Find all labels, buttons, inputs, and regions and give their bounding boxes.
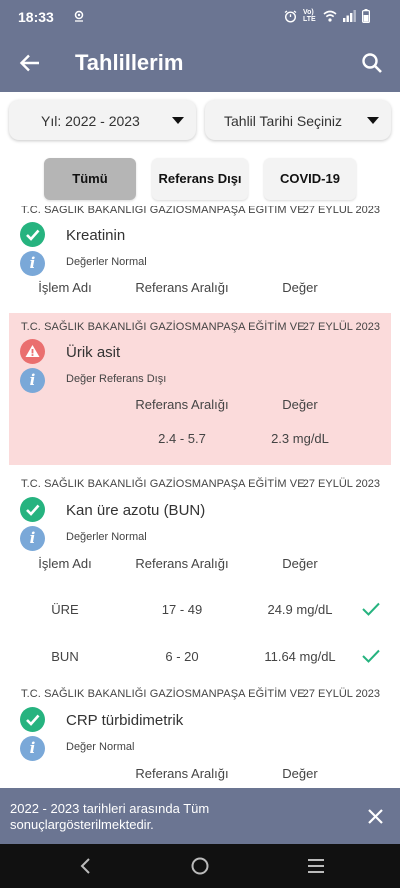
process-name: ÜRE	[51, 602, 79, 617]
check-circle-icon	[20, 707, 45, 732]
nav-recents-icon[interactable]	[306, 856, 326, 876]
result-card[interactable]: T.C. SAĞLIK BAKANLIĞI GAZİOSMANPAŞA EĞİT…	[9, 678, 391, 788]
caret-down-icon	[367, 117, 379, 124]
test-name: Ürik asit	[66, 344, 121, 361]
close-icon[interactable]	[367, 808, 384, 825]
result-value: 11.64 mg/dL	[264, 649, 336, 664]
date-dropdown[interactable]: Tahlil Tarihi Seçiniz	[205, 100, 391, 140]
result-value: 2.3 mg/dL	[271, 431, 329, 446]
result-date: 27 EYLÜL 2023	[302, 478, 380, 490]
battery-icon	[362, 9, 370, 23]
tab-all[interactable]: Tümü	[44, 158, 136, 200]
app-bar: Tahlillerim	[0, 34, 400, 92]
check-circle-icon	[20, 497, 45, 522]
alarm-icon	[284, 9, 297, 23]
year-dropdown-label: Yıl: 2022 - 2023	[41, 113, 140, 129]
col-header-process: İşlem Adı	[38, 556, 92, 571]
col-header-reference: Referans Aralığı	[135, 766, 229, 781]
col-header-value: Değer	[282, 556, 318, 571]
col-header-value: Değer	[282, 280, 318, 295]
result-date: 27 EYLÜL 2023	[302, 688, 380, 700]
col-header-value: Değer	[282, 766, 318, 781]
status-time: 18:33	[18, 9, 54, 25]
hospital-name: T.C. SAĞLIK BAKANLIĞI GAZİOSMANPAŞA EĞİT…	[21, 688, 305, 700]
year-dropdown[interactable]: Yıl: 2022 - 2023	[9, 100, 196, 140]
snackbar: 2022 - 2023 tarihleri arasında Tüm sonuç…	[0, 788, 400, 844]
result-status: Değerler Normal	[66, 256, 147, 268]
info-icon[interactable]: i	[20, 526, 45, 551]
results-list[interactable]: T.C. SAĞLIK BAKANLIĞI GAZİOSMANPAŞA EĞİT…	[0, 206, 400, 788]
test-name: CRP türbidimetrik	[66, 712, 184, 729]
hospital-name: T.C. SAĞLIK BAKANLIĞI GAZİOSMANPAŞA EĞİT…	[21, 321, 305, 333]
tab-covid-19[interactable]: COVID-19	[264, 158, 356, 200]
col-header-reference: Referans Aralığı	[135, 397, 229, 412]
filter-tabs: Tümü Referans Dışı COVID-19	[0, 158, 400, 200]
signal-icon	[343, 10, 356, 22]
caret-down-icon	[172, 117, 184, 124]
result-card[interactable]: T.C. SAĞLIK BAKANLIĞI GAZİOSMANPAŞA EĞİT…	[9, 206, 391, 304]
status-bar: 18:33 Vo) LTE	[0, 0, 400, 34]
result-card[interactable]: T.C. SAĞLIK BAKANLIĞI GAZİOSMANPAŞA EĞİT…	[9, 468, 391, 682]
check-circle-icon	[20, 222, 45, 247]
result-value: 24.9 mg/dL	[267, 602, 333, 617]
hospital-name: T.C. SAĞLIK BAKANLIĞI GAZİOSMANPAŞA EĞİT…	[21, 478, 305, 490]
result-card-alert[interactable]: T.C. SAĞLIK BAKANLIĞI GAZİOSMANPAŞA EĞİT…	[9, 313, 391, 465]
col-header-process: İşlem Adı	[38, 280, 92, 295]
result-status: Değerler Normal	[66, 531, 147, 543]
check-icon	[362, 602, 380, 616]
info-icon[interactable]: i	[20, 368, 45, 393]
nav-home-icon[interactable]	[190, 856, 210, 876]
process-name: BUN	[51, 649, 79, 664]
warning-icon	[20, 339, 45, 364]
snackbar-message: 2022 - 2023 tarihleri arasında Tüm sonuç…	[10, 801, 210, 832]
check-icon	[362, 649, 380, 663]
tab-out-of-reference[interactable]: Referans Dışı	[152, 158, 248, 200]
test-name: Kreatinin	[66, 227, 126, 244]
reference-range: 6 - 20	[165, 649, 199, 664]
status-icons: Vo) LTE	[284, 9, 370, 23]
date-dropdown-label: Tahlil Tarihi Seçiniz	[224, 113, 343, 129]
search-icon[interactable]	[360, 51, 384, 75]
reference-range: 17 - 49	[161, 602, 203, 617]
result-status: Değer Normal	[66, 741, 135, 753]
result-date: 27 EYLÜL 2023	[302, 206, 380, 216]
back-arrow-icon[interactable]	[18, 51, 42, 75]
info-icon[interactable]: i	[20, 251, 45, 276]
col-header-reference: Referans Aralığı	[135, 280, 229, 295]
volte-icon: Vo) LTE	[303, 9, 316, 23]
page-title: Tahlillerim	[75, 50, 184, 75]
filter-bar: Yıl: 2022 - 2023 Tahlil Tarihi Seçiniz	[0, 100, 400, 140]
reference-range: 2.4 - 5.7	[158, 431, 206, 446]
hospital-name: T.C. SAĞLIK BAKANLIĞI GAZİOSMANPAŞA EĞİT…	[21, 206, 305, 216]
test-name: Kan üre azotu (BUN)	[66, 502, 206, 519]
wifi-icon	[323, 10, 337, 22]
info-icon[interactable]: i	[20, 736, 45, 761]
location-icon	[74, 10, 84, 22]
result-status: Değer Referans Dışı	[66, 373, 167, 385]
nav-back-icon[interactable]	[76, 856, 96, 876]
col-header-reference: Referans Aralığı	[135, 556, 229, 571]
system-nav-bar	[0, 844, 400, 888]
col-header-value: Değer	[282, 397, 318, 412]
result-date: 27 EYLÜL 2023	[302, 321, 380, 333]
